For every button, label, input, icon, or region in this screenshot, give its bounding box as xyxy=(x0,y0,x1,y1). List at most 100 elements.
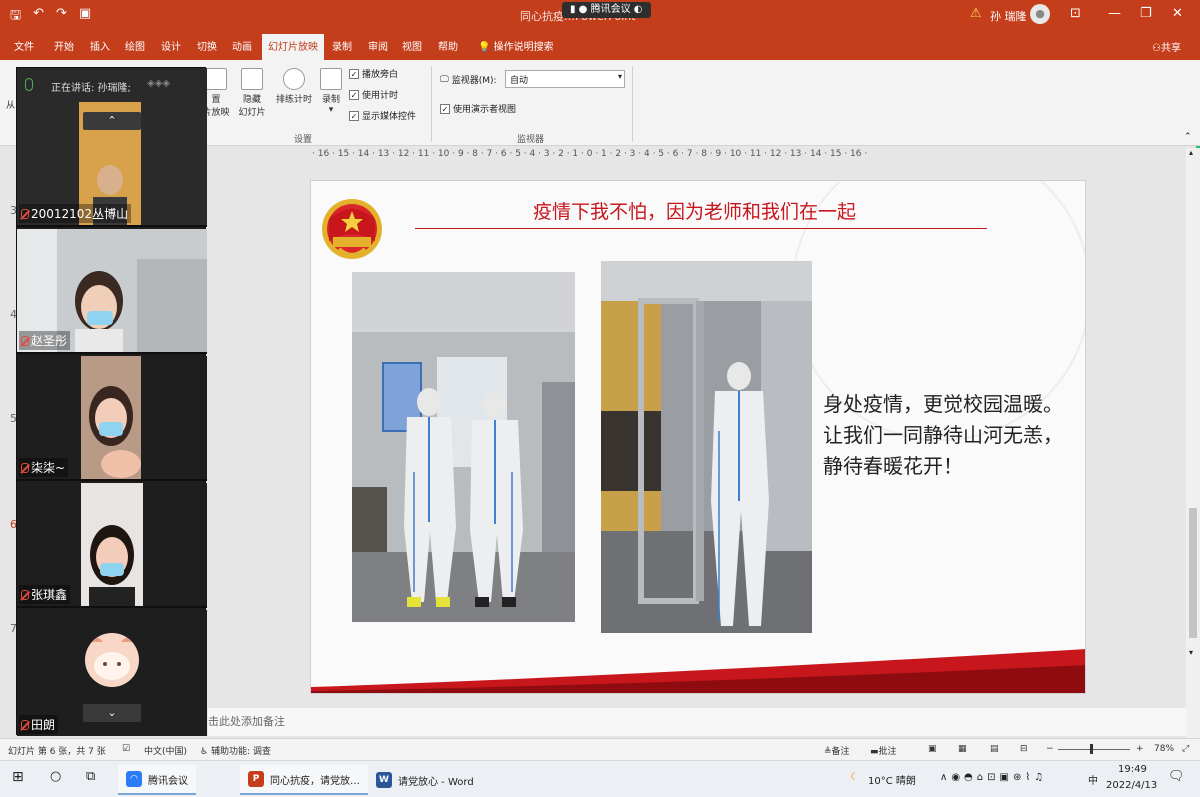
scroll-down-icon[interactable]: ▾ xyxy=(1189,648,1193,657)
tab-animations[interactable]: 动画 xyxy=(232,38,252,53)
close-icon[interactable]: ✕ xyxy=(1172,6,1183,21)
body-line: 静待春暖花开！ xyxy=(823,454,963,478)
share-button[interactable]: ⚇共享 xyxy=(1152,39,1181,54)
tab-design[interactable]: 设计 xyxy=(161,38,181,53)
body-line: 让我们一同静待山河无恙， xyxy=(823,423,1063,447)
spellcheck-icon[interactable]: ☑ xyxy=(122,744,130,754)
participant-tile[interactable]: 张琪鑫 xyxy=(17,483,207,608)
tab-help[interactable]: 帮助 xyxy=(438,38,458,53)
notes-pane[interactable]: 击此处添加备注 xyxy=(208,708,1198,736)
normal-view-icon[interactable]: ▣ xyxy=(928,744,937,754)
participant-tile[interactable]: ⌄ 田朗 xyxy=(17,610,207,736)
taskbar-app-word[interactable]: W 请党放心 - Word xyxy=(368,765,482,795)
minimize-icon[interactable]: — xyxy=(1108,6,1121,21)
stopwatch-icon xyxy=(283,68,305,90)
meeting-indicator[interactable]: ▮ ● 腾讯会议 ◐ xyxy=(562,2,651,18)
tab-view[interactable]: 视图 xyxy=(402,38,422,53)
scroll-up-icon[interactable]: ▴ xyxy=(1189,148,1193,157)
notes-icon: ≜ xyxy=(824,747,832,757)
zoom-level[interactable]: 78% xyxy=(1154,744,1174,754)
redo-icon[interactable]: ↷ xyxy=(56,6,67,28)
checkmark-icon: ✓ xyxy=(349,68,359,79)
language-indicator[interactable]: 中文(中国) xyxy=(144,744,187,757)
zoom-slider-thumb[interactable] xyxy=(1090,744,1093,754)
clock-date[interactable]: 2022/4/13 xyxy=(1106,780,1157,791)
microphone-icon xyxy=(25,78,33,91)
hide-slide-button[interactable]: 隐藏 幻灯片 xyxy=(236,68,268,118)
mic-muted-icon xyxy=(21,335,29,346)
status-bar: 幻灯片 第 6 张，共 7 张 ☑ 中文(中国) ♿ 辅助功能: 调查 ≜备注 … xyxy=(0,738,1200,760)
youth-league-badge-icon xyxy=(322,199,382,259)
windows-start-icon[interactable]: ⊞ xyxy=(12,769,24,785)
slide-sorter-icon[interactable]: ▦ xyxy=(958,744,967,754)
presenter-view-checkbox[interactable]: ✓ 使用演示者视图 xyxy=(440,102,516,115)
slideshow-view-icon[interactable]: ⊟ xyxy=(1020,744,1028,754)
zoom-in-icon[interactable]: + xyxy=(1136,744,1144,754)
checkmark-icon: ✓ xyxy=(440,103,450,114)
fit-slide-icon[interactable]: ⤢ xyxy=(1182,744,1189,754)
participant-name: 田朗 xyxy=(19,715,59,734)
participant-name: 张琪鑫 xyxy=(19,585,71,604)
tell-me-search[interactable]: 💡 操作说明搜索 xyxy=(478,38,554,53)
ime-indicator[interactable]: 中 xyxy=(1088,772,1098,787)
rehearse-timings-button[interactable]: 排练计时 xyxy=(274,68,314,105)
participant-tile[interactable]: 柒柒~ xyxy=(17,356,207,481)
zoom-out-icon[interactable]: − xyxy=(1046,744,1054,754)
taskbar-app-powerpoint[interactable]: P 同心抗疫，请党放… xyxy=(240,765,368,795)
tab-draw[interactable]: 绘图 xyxy=(125,38,145,53)
user-avatar-icon[interactable]: ● xyxy=(1030,4,1050,24)
undo-icon[interactable]: ↶ xyxy=(33,6,44,28)
tab-review[interactable]: 审阅 xyxy=(368,38,388,53)
from-beginning-button[interactable]: 从 xyxy=(6,98,15,111)
tab-slideshow[interactable]: 幻灯片放映 xyxy=(262,34,324,60)
taskbar-app-meeting[interactable]: ◠ 腾讯会议 xyxy=(118,765,196,795)
speaking-header: 正在讲话: 孙瑞隆; ◈◈◈ xyxy=(17,68,207,102)
task-view-icon[interactable]: ⧉ xyxy=(86,769,95,784)
title-underline xyxy=(415,228,987,229)
play-narrations-checkbox[interactable]: ✓ 播放旁白 xyxy=(349,67,398,80)
tab-record[interactable]: 录制 xyxy=(332,38,352,53)
mic-muted-icon xyxy=(21,589,29,600)
ribbon-display-icon[interactable]: ⊡ xyxy=(1070,6,1081,21)
reading-view-icon[interactable]: ▤ xyxy=(990,744,999,754)
save-icon[interactable]: 🖫 xyxy=(10,6,21,28)
scroll-down-button[interactable]: ⌄ xyxy=(83,704,141,722)
body-line: 身处疫情，更觉校园温暖。 xyxy=(823,392,1063,416)
accessibility-status[interactable]: ♿ 辅助功能: 调查 xyxy=(200,744,271,757)
record-icon xyxy=(320,68,342,90)
restore-icon[interactable]: ❐ xyxy=(1140,6,1152,21)
tray-icons[interactable]: ∧◉◓⌂⊡▣⊛⌇♫ xyxy=(940,772,1047,783)
collapse-ribbon-icon[interactable]: ⌃ xyxy=(1184,132,1192,142)
scroll-up-button[interactable]: ⌃ xyxy=(83,112,141,130)
show-media-controls-checkbox[interactable]: ✓ 显示媒体控件 xyxy=(349,109,416,122)
record-button[interactable]: 录制 ▾ xyxy=(318,68,344,115)
weather-text[interactable]: 10°C 晴朗 xyxy=(868,772,916,787)
participant-tile[interactable]: ⌃ 20012102丛博山 xyxy=(17,102,207,227)
participant-tile[interactable]: 赵圣彤 xyxy=(17,229,207,354)
slide-title: 疫情下我不怕，因为老师和我们在一起 xyxy=(533,201,857,223)
comments-toggle[interactable]: ▬批注 xyxy=(870,744,897,757)
tab-home[interactable]: 开始 xyxy=(54,38,74,53)
clock-time[interactable]: 19:49 xyxy=(1118,764,1147,775)
tab-file[interactable]: 文件 xyxy=(14,38,34,53)
group-label-setup: 设置 xyxy=(294,135,313,145)
slide-canvas[interactable]: 疫情下我不怕，因为老师和我们在一起 身处疫情，更觉校园温暖。 让我们一同静待山河… xyxy=(310,180,1086,694)
tab-insert[interactable]: 插入 xyxy=(90,38,110,53)
monitor-select[interactable]: 自动 ▾ xyxy=(505,70,625,88)
user-name[interactable]: 孙 瑞隆 xyxy=(990,8,1027,24)
tab-transitions[interactable]: 切换 xyxy=(197,38,217,53)
powerpoint-icon: P xyxy=(248,771,264,787)
mic-muted-icon xyxy=(21,462,29,473)
scrollbar-thumb[interactable] xyxy=(1189,508,1197,638)
zoom-slider[interactable] xyxy=(1058,749,1130,750)
notification-icon[interactable]: 🗨 xyxy=(1168,769,1185,784)
title-bar: 🖫 ↶ ↷ ▣ 同心抗疫…PowerPoint ▮ ● 腾讯会议 ◐ ⚠ 孙 瑞… xyxy=(0,0,1200,30)
monitor-label: 🖵 监视器(M): xyxy=(440,74,497,87)
use-timings-checkbox[interactable]: ✓ 使用计时 xyxy=(349,88,398,101)
vertical-scrollbar[interactable]: ▴ ▾ xyxy=(1186,148,1200,738)
search-icon[interactable]: ○ xyxy=(50,769,61,784)
present-icon[interactable]: ▣ xyxy=(79,6,91,28)
warning-icon[interactable]: ⚠ xyxy=(970,6,982,21)
notes-toggle[interactable]: ≜备注 xyxy=(824,744,850,757)
meeting-video-panel[interactable]: 正在讲话: 孙瑞隆; ◈◈◈ ⌃ 20012102丛博山 赵圣彤 柒柒~ 张琪鑫… xyxy=(16,67,207,736)
